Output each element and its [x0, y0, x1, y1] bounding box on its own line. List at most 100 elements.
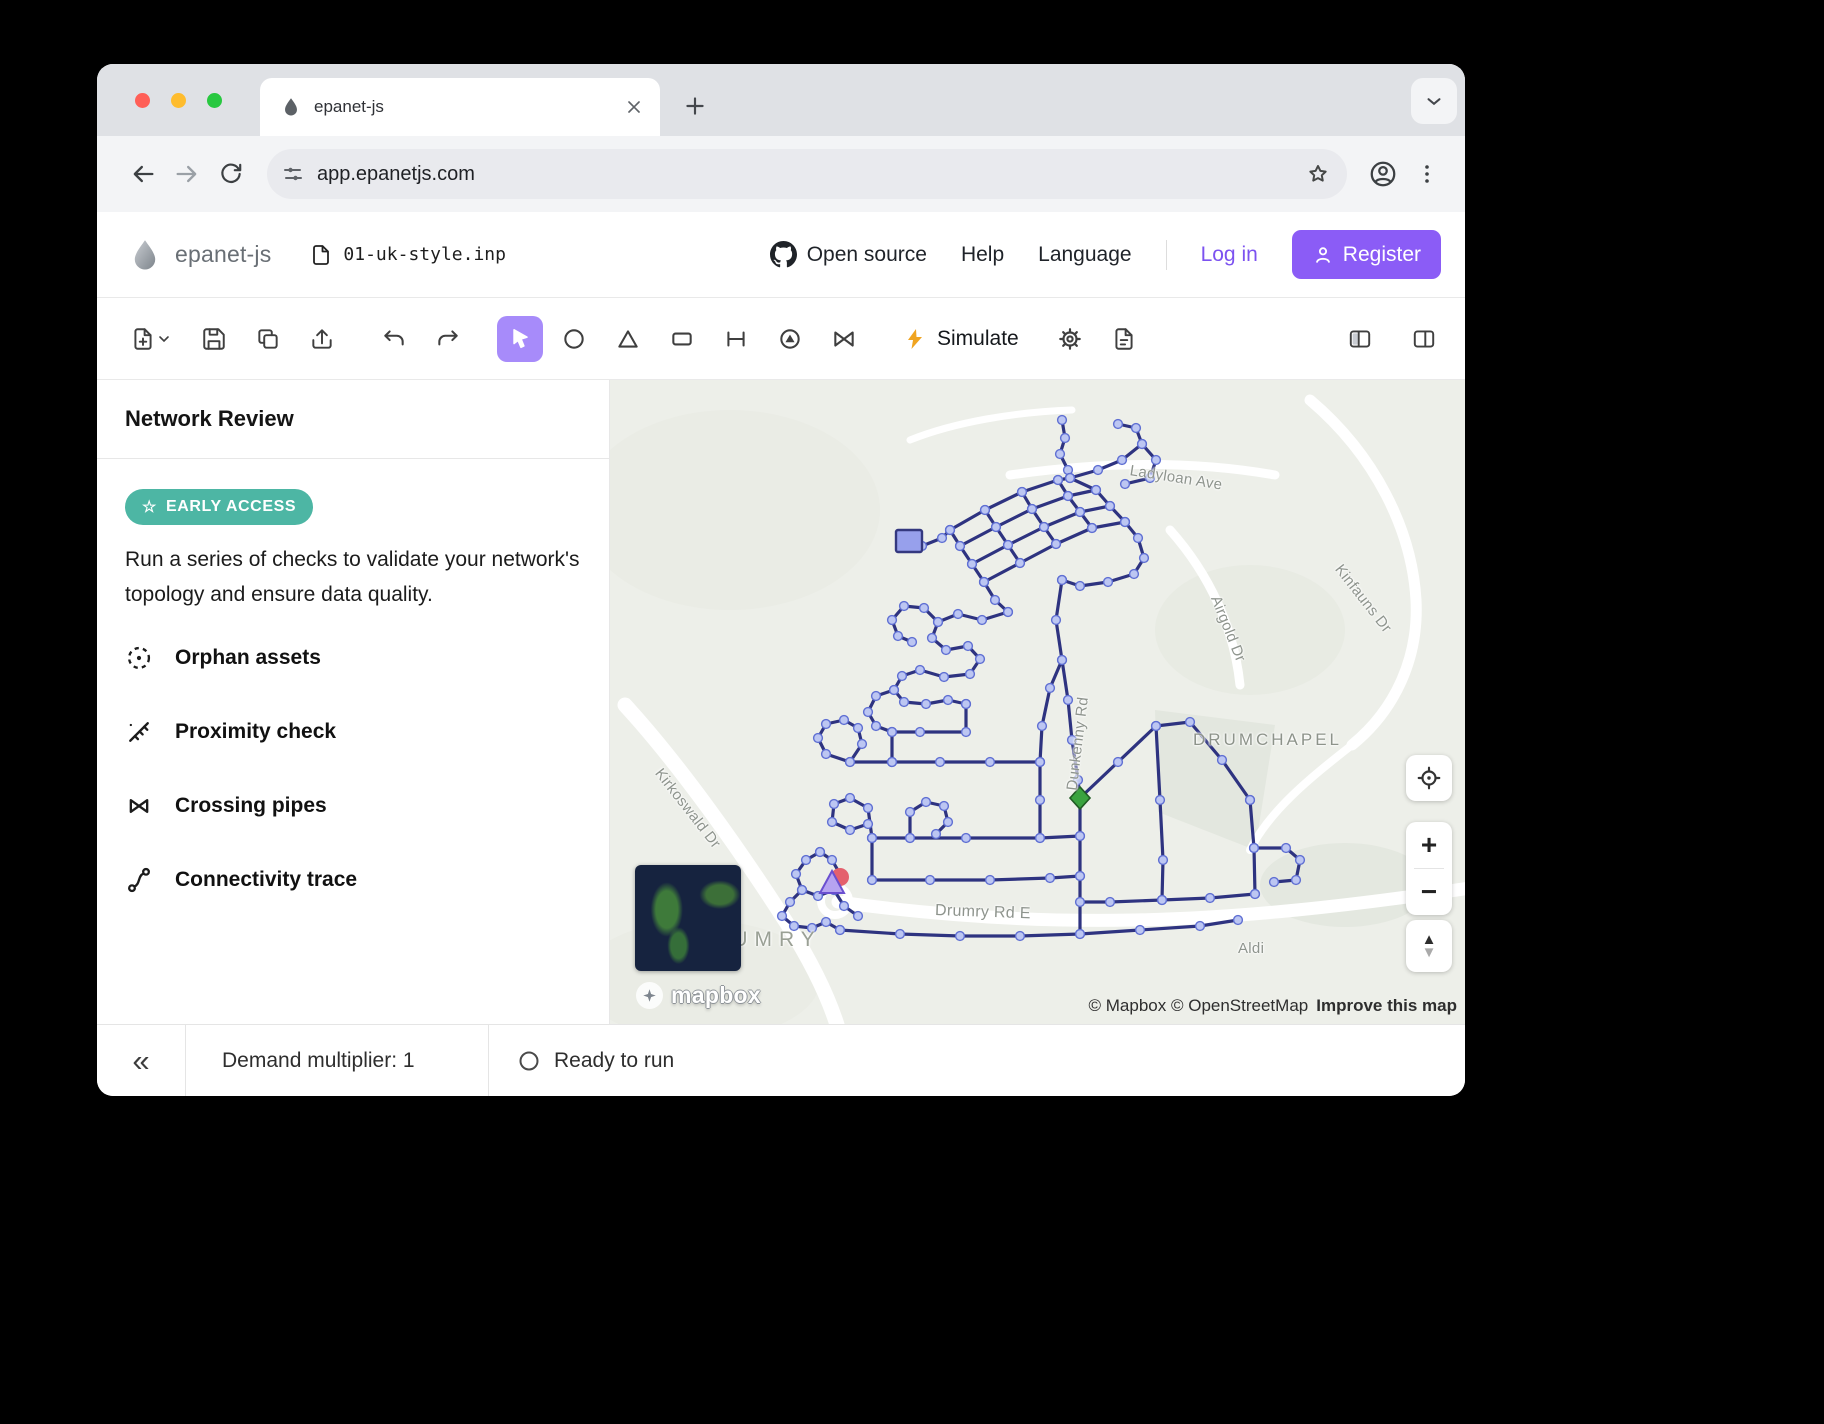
network-junction-node[interactable] [976, 655, 985, 664]
export-button[interactable] [299, 316, 345, 362]
network-junction-node[interactable] [1036, 834, 1045, 843]
network-junction-node[interactable] [986, 876, 995, 885]
network-junction-node[interactable] [946, 526, 955, 535]
network-junction-node[interactable] [980, 578, 989, 587]
network-junction-node[interactable] [964, 642, 973, 651]
check-item-proximity[interactable]: Proximity check [125, 718, 581, 746]
network-junction-node[interactable] [1250, 844, 1259, 853]
network-junction-node[interactable] [942, 646, 951, 655]
network-junction-node[interactable] [1058, 656, 1067, 665]
network-junction-node[interactable] [916, 666, 925, 675]
network-junction-node[interactable] [1028, 505, 1037, 514]
network-junction-node[interactable] [1114, 758, 1123, 767]
url-text[interactable]: app.epanetjs.com [317, 163, 1305, 186]
network-junction-node[interactable] [830, 800, 839, 809]
network-junction-node[interactable] [956, 542, 965, 551]
network-junction-node[interactable] [1054, 476, 1063, 485]
network-junction-node[interactable] [1152, 722, 1161, 731]
forward-button[interactable] [165, 152, 209, 196]
network-junction-node[interactable] [1186, 718, 1195, 727]
check-item-crossing-pipes[interactable]: Crossing pipes [125, 792, 581, 820]
network-junction-node[interactable] [906, 808, 915, 817]
network-junction-node[interactable] [1036, 796, 1045, 805]
pitch-down-icon[interactable]: ▼ [1422, 946, 1437, 959]
settings-button[interactable] [1047, 316, 1093, 362]
network-junction-node[interactable] [872, 722, 881, 731]
network-junction-node[interactable] [1118, 456, 1127, 465]
network-junction-node[interactable] [792, 870, 801, 879]
tank-marker[interactable] [896, 530, 922, 552]
network-junction-node[interactable] [1074, 776, 1083, 785]
network-junction-node[interactable] [894, 632, 903, 641]
network-junction-node[interactable] [1004, 608, 1013, 617]
collapse-panel-button[interactable]: « [97, 1025, 186, 1096]
network-junction-node[interactable] [822, 750, 831, 759]
network-junction-node[interactable] [864, 820, 873, 829]
network-junction-node[interactable] [962, 728, 971, 737]
network-junction-node[interactable] [936, 758, 945, 767]
network-pipe[interactable] [1080, 900, 1162, 902]
network-junction-node[interactable] [938, 534, 947, 543]
network-junction-node[interactable] [786, 898, 795, 907]
network-junction-node[interactable] [1056, 450, 1065, 459]
network-junction-node[interactable] [1058, 576, 1067, 585]
pump-tool-button[interactable] [767, 316, 813, 362]
network-junction-node[interactable] [1076, 930, 1085, 939]
site-settings-icon[interactable] [281, 162, 305, 186]
network-junction-node[interactable] [978, 616, 987, 625]
zoom-in-button[interactable]: + [1406, 822, 1452, 868]
network-junction-node[interactable] [802, 856, 811, 865]
network-junction-node[interactable] [808, 924, 817, 933]
network-junction-node[interactable] [916, 728, 925, 737]
network-junction-node[interactable] [1218, 756, 1227, 765]
network-junction-node[interactable] [1296, 856, 1305, 865]
undo-button[interactable] [371, 316, 417, 362]
network-junction-node[interactable] [922, 798, 931, 807]
network-junction-node[interactable] [1076, 582, 1085, 591]
network-junction-node[interactable] [1046, 684, 1055, 693]
toggle-left-panel-button[interactable] [1337, 316, 1383, 362]
network-junction-node[interactable] [908, 638, 917, 647]
file-menu-button[interactable] [119, 316, 183, 362]
network-junction-node[interactable] [1152, 456, 1161, 465]
network-junction-node[interactable] [1106, 898, 1115, 907]
network-junction-node[interactable] [1292, 876, 1301, 885]
file-chip[interactable]: 01-uk-style.inp [309, 243, 506, 267]
network-junction-node[interactable] [836, 926, 845, 935]
network-junction-node[interactable] [1016, 932, 1025, 941]
redo-button[interactable] [425, 316, 471, 362]
network-junction-node[interactable] [1066, 474, 1075, 483]
network-junction-node[interactable] [778, 912, 787, 921]
network-junction-node[interactable] [934, 618, 943, 627]
network-junction-node[interactable] [1046, 874, 1055, 883]
network-junction-node[interactable] [1140, 554, 1149, 563]
network-junction-node[interactable] [1018, 488, 1027, 497]
duplicate-button[interactable] [245, 316, 291, 362]
network-junction-node[interactable] [1270, 878, 1279, 887]
network-junction-node[interactable] [1246, 796, 1255, 805]
network-junction-node[interactable] [1121, 480, 1130, 489]
browser-tab[interactable]: epanet-js [260, 78, 660, 136]
network-junction-node[interactable] [1088, 524, 1097, 533]
select-tool-button[interactable] [497, 316, 543, 362]
back-button[interactable] [121, 152, 165, 196]
network-junction-node[interactable] [1052, 540, 1061, 549]
close-window-button[interactable] [135, 93, 150, 108]
network-junction-node[interactable] [954, 610, 963, 619]
network-junction-node[interactable] [1058, 416, 1067, 425]
network-junction-node[interactable] [1076, 508, 1085, 517]
save-button[interactable] [191, 316, 237, 362]
tank-tool-button[interactable] [659, 316, 705, 362]
mapbox-logo[interactable]: mapbox [636, 982, 761, 1009]
zoom-out-button[interactable]: − [1406, 869, 1452, 915]
attribution-text[interactable]: © Mapbox © OpenStreetMap [1089, 996, 1309, 1015]
network-junction-node[interactable] [822, 720, 831, 729]
network-junction-node[interactable] [888, 728, 897, 737]
network-junction-node[interactable] [986, 758, 995, 767]
network-junction-node[interactable] [1134, 534, 1143, 543]
satellite-minimap[interactable] [635, 865, 741, 971]
network-junction-node[interactable] [1251, 890, 1260, 899]
network-junction-node[interactable] [1121, 518, 1130, 527]
network-junction-node[interactable] [854, 912, 863, 921]
network-junction-node[interactable] [1068, 736, 1077, 745]
